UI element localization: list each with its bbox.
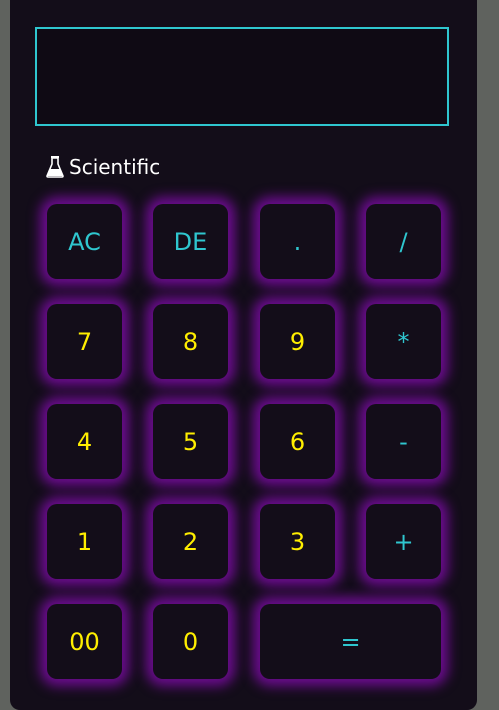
digit-8-button[interactable]: 8 [153,304,228,379]
digit-6-button[interactable]: 6 [260,404,335,479]
scientific-mode-toggle[interactable]: Scientific [46,154,160,180]
digit-2-button[interactable]: 2 [153,504,228,579]
digit-4-button[interactable]: 4 [47,404,122,479]
digit-0-button[interactable]: 0 [153,604,228,679]
divide-button[interactable]: / [366,204,441,279]
display-field[interactable] [35,27,449,126]
digit-9-button[interactable]: 9 [260,304,335,379]
equals-button[interactable]: = [260,604,441,679]
delete-button[interactable]: DE [153,204,228,279]
double-zero-button[interactable]: 00 [47,604,122,679]
decimal-button[interactable]: . [260,204,335,279]
all-clear-button[interactable]: AC [47,204,122,279]
minus-button[interactable]: - [366,404,441,479]
multiply-button[interactable]: * [366,304,441,379]
plus-button[interactable]: + [366,504,441,579]
digit-7-button[interactable]: 7 [47,304,122,379]
mode-label: Scientific [69,155,161,179]
digit-1-button[interactable]: 1 [47,504,122,579]
digit-5-button[interactable]: 5 [153,404,228,479]
flask-icon [46,156,64,178]
digit-3-button[interactable]: 3 [260,504,335,579]
calculator-panel: Scientific AC DE . / 7 8 9 * 4 5 6 - 1 2… [10,0,477,710]
